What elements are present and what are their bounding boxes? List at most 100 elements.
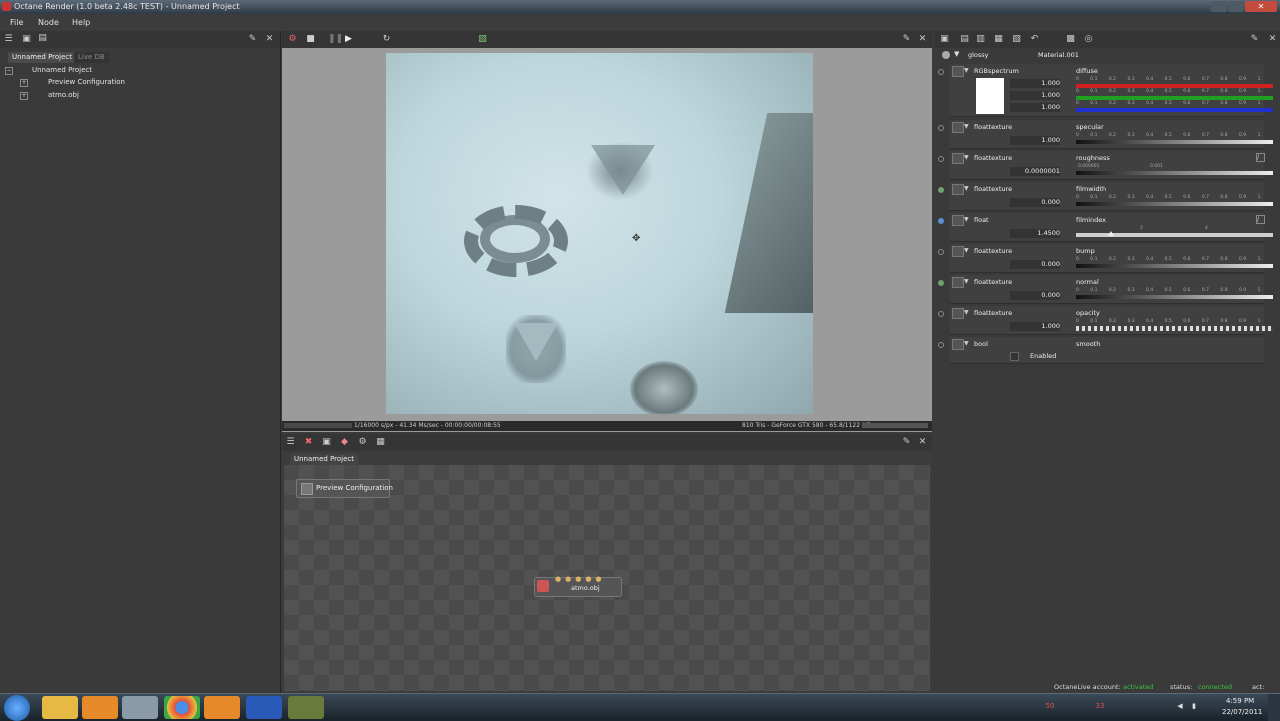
mesh-node[interactable]: atmo.obj ●●●●●	[534, 575, 622, 597]
collapse-icon[interactable]: ▼	[964, 123, 969, 130]
clock-time[interactable]: 4:59 PM	[1226, 697, 1254, 705]
bool-icon[interactable]	[952, 339, 964, 350]
tree-root-project[interactable]: Unnamed Project	[32, 66, 92, 74]
delete-node-icon[interactable]: ✖	[304, 438, 313, 447]
maximize-panel-icon[interactable]: ✕	[265, 35, 274, 44]
collapse-icon[interactable]: ▼	[964, 278, 969, 285]
param-pin[interactable]	[938, 69, 944, 75]
curve-icon[interactable]: /	[1256, 215, 1265, 224]
app-taskbar-icon[interactable]	[288, 696, 324, 719]
collapse-icon[interactable]: ▼	[954, 50, 959, 58]
smooth-checkbox[interactable]	[1010, 352, 1019, 361]
maximize-panel-icon[interactable]: ✕	[1268, 35, 1277, 44]
texture-icon[interactable]	[952, 122, 964, 133]
collapse-icon[interactable]: ▼	[964, 247, 969, 254]
collapse-icon[interactable]: ▼	[964, 340, 969, 347]
param-pin[interactable]	[938, 280, 944, 286]
export-image-icon[interactable]: ▧	[478, 35, 487, 44]
param-pin[interactable]	[938, 342, 944, 348]
red-slider[interactable]	[1076, 84, 1273, 88]
play-icon[interactable]: ▶	[344, 35, 353, 44]
param-slider[interactable]	[1076, 326, 1273, 331]
color-swatch[interactable]	[976, 78, 1004, 114]
arrange-icon[interactable]: ☰	[286, 438, 295, 447]
param-value[interactable]: 0.0000001	[1010, 167, 1060, 176]
material-type[interactable]: glossy	[968, 51, 1034, 59]
network-icon[interactable]: ▮	[1190, 701, 1198, 711]
wrench-icon[interactable]: ✎	[248, 35, 257, 44]
wrench-icon[interactable]: ✎	[902, 438, 911, 447]
param-value[interactable]: 1.000	[1010, 322, 1060, 331]
param-value[interactable]: 0.000	[1010, 260, 1060, 269]
image-icon[interactable]: ▩	[1066, 35, 1075, 44]
tab-node-graph-project[interactable]: Unnamed Project	[290, 454, 359, 465]
collapse-icon[interactable]: ▼	[964, 67, 969, 74]
material-name[interactable]: Material.001	[1038, 51, 1079, 59]
material-node-icon[interactable]: ▣	[322, 438, 331, 447]
param-pin[interactable]	[938, 125, 944, 131]
param-pin[interactable]	[938, 187, 944, 193]
param-type[interactable]: float	[974, 216, 1072, 225]
collapse-icon[interactable]: ▼	[964, 216, 969, 223]
param-pin[interactable]	[938, 249, 944, 255]
param-slider[interactable]	[1076, 233, 1273, 237]
menu-help[interactable]: Help	[72, 18, 90, 27]
undo-icon[interactable]: ↶	[1030, 35, 1039, 44]
paste-icon[interactable]: ▥	[976, 35, 985, 44]
param-type[interactable]: floattexture	[974, 247, 1072, 256]
param-value[interactable]: 0.000	[1010, 198, 1060, 207]
settings-node-icon[interactable]: ⚙	[358, 438, 367, 447]
param-type[interactable]: floattexture	[974, 154, 1072, 163]
value-icon[interactable]	[952, 215, 964, 226]
render-image[interactable]: ✥	[386, 53, 813, 414]
preview-configuration-node[interactable]: Preview Configuration	[296, 479, 393, 498]
expand-mesh-icon[interactable]: +	[20, 92, 28, 100]
globe-icon[interactable]: ◎	[1084, 35, 1093, 44]
speaker-icon[interactable]: ◀	[1176, 701, 1184, 711]
input-pins[interactable]: ●●●●●	[555, 575, 606, 583]
param-type[interactable]: floattexture	[974, 185, 1072, 194]
menu-node[interactable]: Node	[38, 18, 59, 27]
texture-icon[interactable]	[952, 308, 964, 319]
render-settings-icon[interactable]: ⚙	[288, 35, 297, 44]
param-slider[interactable]	[1076, 140, 1273, 144]
show-desktop-button[interactable]	[1268, 694, 1280, 721]
texture-icon[interactable]	[952, 66, 964, 77]
maximize-panel-icon[interactable]: ✕	[918, 35, 927, 44]
param-type[interactable]: floattexture	[974, 309, 1072, 318]
node-graph-canvas[interactable]: Preview Configuration atmo.obj ●●●●●	[284, 465, 930, 691]
minimize-button[interactable]	[1211, 1, 1227, 12]
param-type[interactable]: floattexture	[974, 123, 1072, 132]
texture-icon[interactable]	[952, 246, 964, 257]
green-value[interactable]: 1.000	[1010, 91, 1060, 100]
param-type[interactable]: bool	[974, 340, 1072, 349]
start-button[interactable]	[4, 695, 30, 721]
curve-icon[interactable]: /	[1256, 153, 1265, 162]
blender-taskbar-icon[interactable]	[204, 696, 240, 719]
expand-preview-icon[interactable]: +	[20, 79, 28, 87]
collapse-icon[interactable]: ▼	[964, 309, 969, 316]
maximize-panel-icon[interactable]: ✕	[918, 438, 927, 447]
tree-item-preview-configuration[interactable]: Preview Configuration	[48, 78, 125, 86]
blue-value[interactable]: 1.000	[1010, 103, 1060, 112]
explorer-taskbar-icon[interactable]	[42, 696, 78, 719]
param-slider[interactable]	[1076, 264, 1273, 268]
param-slider[interactable]	[1076, 171, 1273, 175]
texture-node-icon[interactable]: ◆	[340, 438, 349, 447]
wrench-icon[interactable]: ✎	[1250, 35, 1259, 44]
param-pin[interactable]	[938, 156, 944, 162]
param-value[interactable]: 0.000	[1010, 291, 1060, 300]
media-player-taskbar-icon[interactable]	[82, 696, 118, 719]
texture-icon[interactable]	[952, 184, 964, 195]
folder-icon[interactable]: ▤	[38, 34, 47, 43]
material-icon[interactable]: ▣	[940, 35, 949, 44]
param-slider[interactable]	[1076, 202, 1273, 206]
tree-item-atmo-obj[interactable]: atmo.obj	[48, 91, 79, 99]
save-icon[interactable]: ▣	[22, 35, 31, 44]
param-value[interactable]: 1.000	[1010, 136, 1060, 145]
param-pin[interactable]	[938, 218, 944, 224]
red-value[interactable]: 1.000	[1010, 79, 1060, 88]
texture-icon[interactable]	[952, 277, 964, 288]
menu-file[interactable]: File	[10, 18, 23, 27]
word-taskbar-icon[interactable]	[246, 696, 282, 719]
